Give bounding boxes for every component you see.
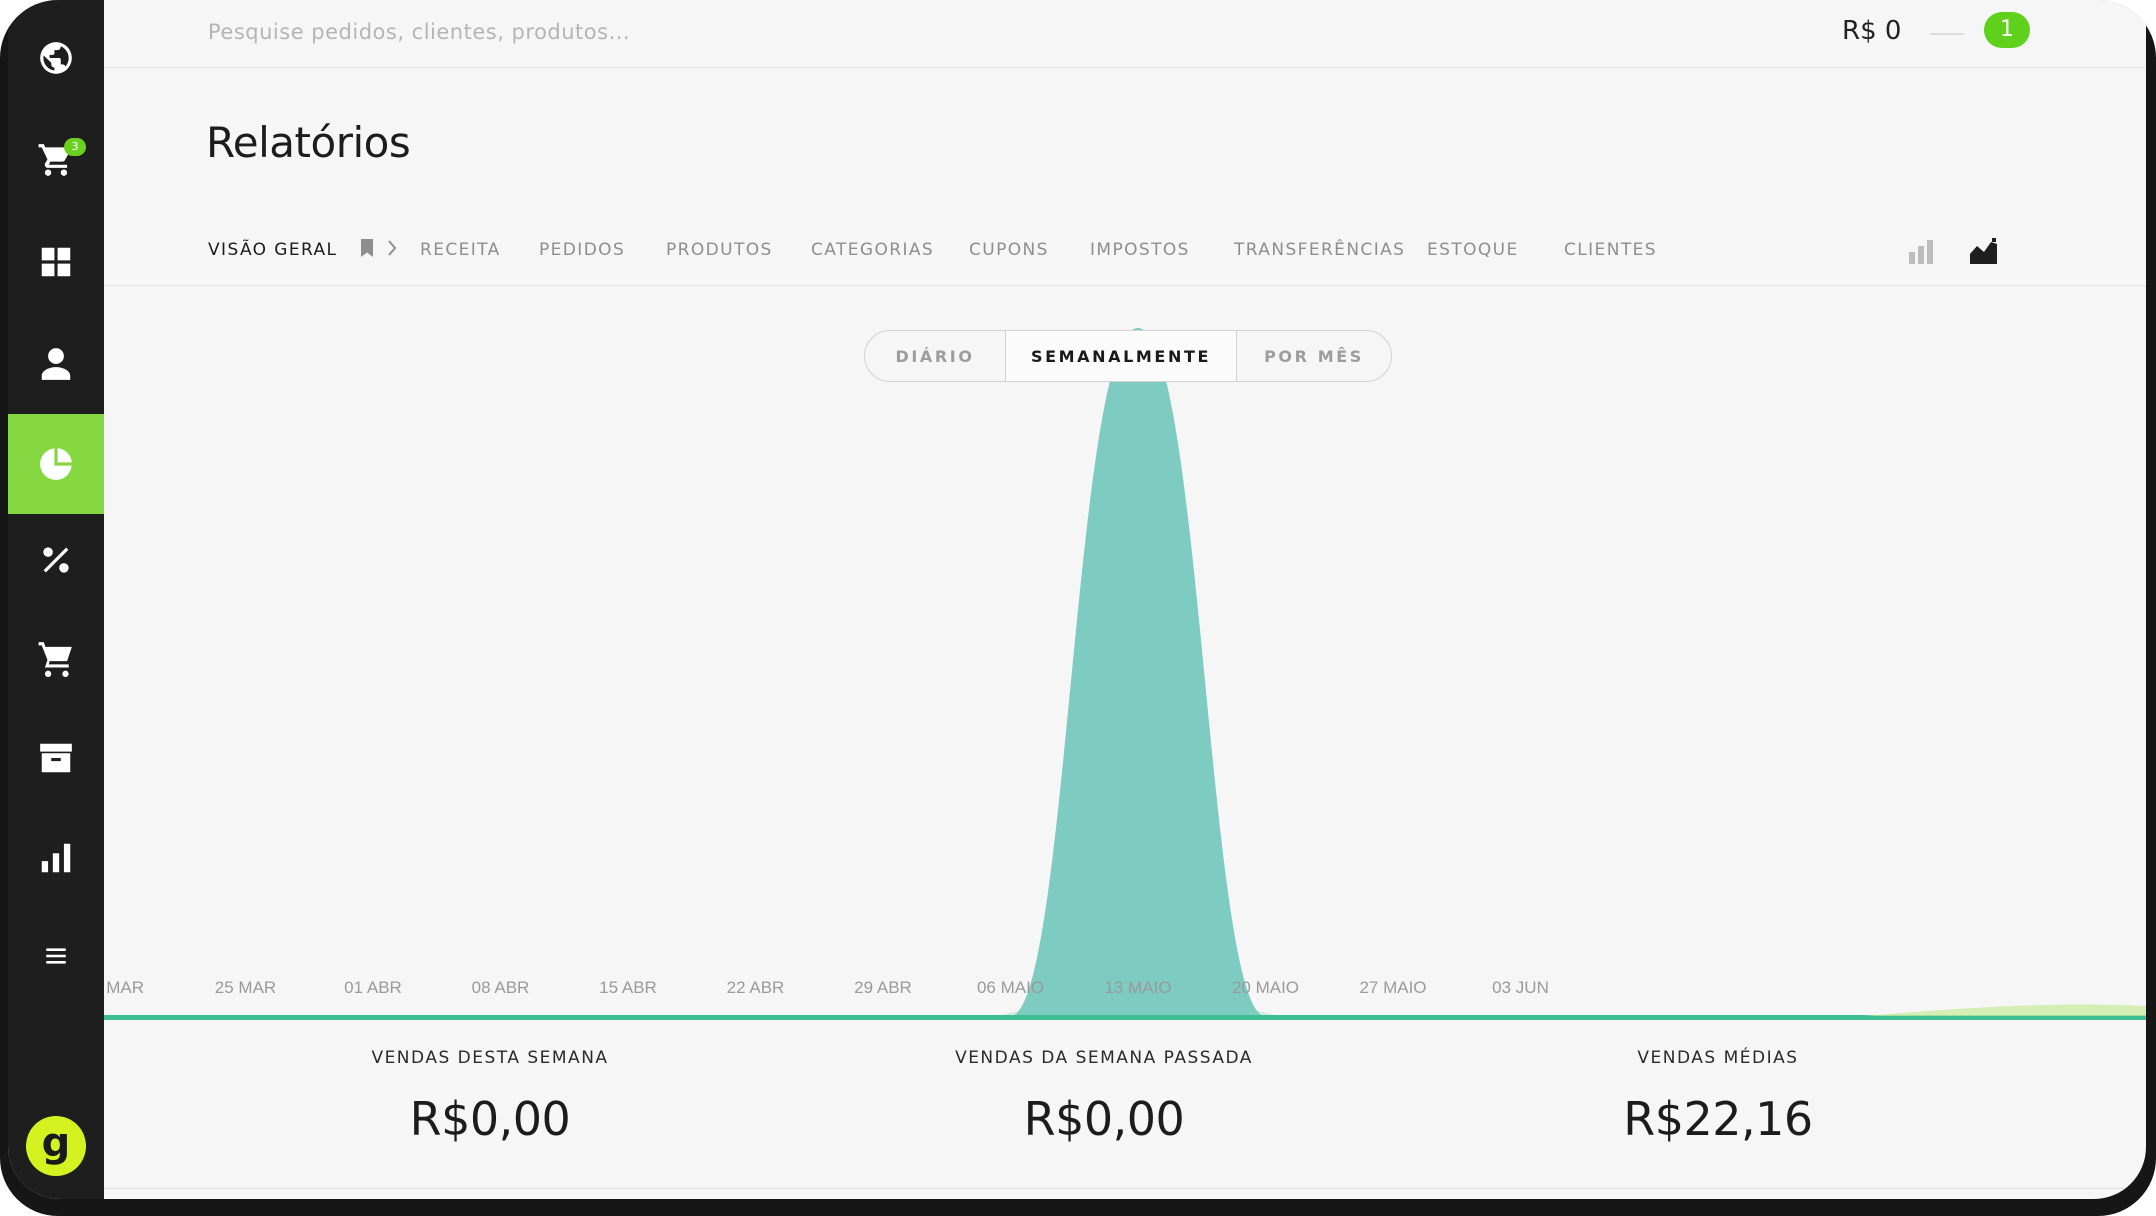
- divider: [1930, 33, 1964, 35]
- x-axis-tick-label: 01 ABR: [344, 978, 402, 997]
- stat-label: VENDAS MÉDIAS: [1637, 1048, 1799, 1068]
- tab-pedidos[interactable]: PEDIDOS: [539, 240, 625, 260]
- sidebar-item-customers[interactable]: [8, 314, 104, 414]
- x-axis-tick-label: 29 ABR: [854, 978, 912, 997]
- search-input[interactable]: [208, 14, 908, 50]
- bar-chart-view-icon[interactable]: [1908, 240, 1934, 264]
- tab-clientes[interactable]: CLIENTES: [1564, 240, 1657, 260]
- balance-display: R$ 0: [1842, 16, 1902, 46]
- tab-impostos[interactable]: IMPOSTOS: [1090, 240, 1190, 260]
- bookmark-icon[interactable]: [360, 238, 374, 258]
- x-axis-tick-label: 15 ABR: [599, 978, 657, 997]
- report-tabs: VISÃO GERAL RECEITA PEDIDOS PRODUTOS CAT…: [104, 226, 2146, 286]
- sidebar-item-dashboard[interactable]: [8, 212, 104, 312]
- x-axis-tick-label: 8 MAR: [104, 978, 144, 997]
- sidebar-item-shop[interactable]: [8, 608, 104, 708]
- topbar: R$ 0 1: [104, 0, 2146, 68]
- pie-chart-icon: [40, 448, 72, 480]
- chart-area-tail: [1864, 1004, 2146, 1016]
- tab-transferencias[interactable]: TRANSFERÊNCIAS: [1234, 240, 1405, 260]
- tab-produtos[interactable]: PRODUTOS: [666, 240, 773, 260]
- period-monthly[interactable]: POR MÊS: [1236, 331, 1391, 381]
- sidebar-item-cart[interactable]: 3: [8, 110, 104, 210]
- chart-baseline: [104, 1015, 2146, 1020]
- globe-icon: [40, 42, 72, 74]
- user-icon: [41, 348, 71, 380]
- tab-overview[interactable]: VISÃO GERAL: [208, 240, 337, 260]
- x-axis-tick-label: 25 MAR: [215, 978, 276, 997]
- menu-icon: [46, 948, 66, 964]
- stat-value: R$22,16: [1623, 1092, 1813, 1146]
- x-axis-tick-label: 22 ABR: [727, 978, 785, 997]
- chevron-right-icon: [386, 238, 398, 258]
- sidebar-item-menu[interactable]: [8, 906, 104, 1006]
- sales-chart: 8 MAR 25 MAR 01 ABR 08 ABR 15 ABR 22 ABR 29 AB…: [104, 328, 2146, 1020]
- sidebar-item-analytics[interactable]: [8, 808, 104, 908]
- cart-count-badge: 3: [64, 138, 86, 156]
- stat-label: VENDAS DESTA SEMANA: [371, 1048, 609, 1068]
- sidebar-item-globe[interactable]: [8, 8, 104, 108]
- x-axis-tick-label: 06 MAIO: [977, 978, 1044, 997]
- x-axis-tick-label: 13 MAIO: [1104, 978, 1171, 997]
- tab-cupons[interactable]: CUPONS: [969, 240, 1049, 260]
- x-axis-tick-labels: 8 MAR 25 MAR 01 ABR 08 ABR 15 ABR 22 ABR 29 AB…: [104, 978, 1549, 997]
- period-selector: DIÁRIO SEMANALMENTE POR MÊS: [864, 330, 1392, 382]
- tab-categorias[interactable]: CATEGORIAS: [811, 240, 934, 260]
- tab-receita[interactable]: RECEITA: [420, 240, 501, 260]
- period-daily[interactable]: DIÁRIO: [865, 331, 1005, 381]
- stat-value: R$0,00: [409, 1092, 571, 1146]
- stat-this-week: VENDAS DESTA SEMANA R$0,00: [240, 1048, 740, 1146]
- shopping-cart-icon: [38, 642, 72, 677]
- x-axis-tick-label: 20 MAIO: [1232, 978, 1299, 997]
- tab-estoque[interactable]: ESTOQUE: [1427, 240, 1519, 260]
- stat-value: R$0,00: [1023, 1092, 1185, 1146]
- stat-label: VENDAS DA SEMANA PASSADA: [955, 1048, 1253, 1068]
- notification-badge[interactable]: 1: [1984, 12, 2030, 48]
- x-axis-tick-label: 08 ABR: [472, 978, 530, 997]
- chart-series-area: [118, 328, 1521, 1016]
- bar-chart-icon: [41, 843, 71, 873]
- percent-icon: [43, 547, 69, 573]
- stat-last-week: VENDAS DA SEMANA PASSADA R$0,00: [854, 1048, 1354, 1146]
- sidebar-item-reports[interactable]: [8, 414, 104, 514]
- archive-icon: [40, 743, 72, 773]
- sidebar-item-coupons[interactable]: [8, 510, 104, 610]
- dashboard-icon: [41, 247, 71, 277]
- divider: [104, 1188, 2146, 1189]
- x-axis-tick-label: 03 JUN: [1492, 978, 1549, 997]
- sidebar-item-archive[interactable]: [8, 708, 104, 808]
- page-title: Relatórios: [206, 118, 411, 167]
- brand-logo[interactable]: g: [26, 1116, 86, 1176]
- brand-logo-letter: g: [41, 1120, 71, 1166]
- stat-average: VENDAS MÉDIAS R$22,16: [1468, 1048, 1968, 1146]
- sidebar: 3 g: [8, 0, 104, 1199]
- device-frame: 3 g Pesquise pedidos, clientes, produtos…: [0, 0, 2156, 1216]
- area-chart-view-icon[interactable]: [1970, 238, 1998, 264]
- x-axis-tick-label: 27 MAIO: [1359, 978, 1426, 997]
- period-weekly[interactable]: SEMANALMENTE: [1005, 331, 1236, 381]
- app-screen: 3 g Pesquise pedidos, clientes, produtos…: [8, 0, 2146, 1199]
